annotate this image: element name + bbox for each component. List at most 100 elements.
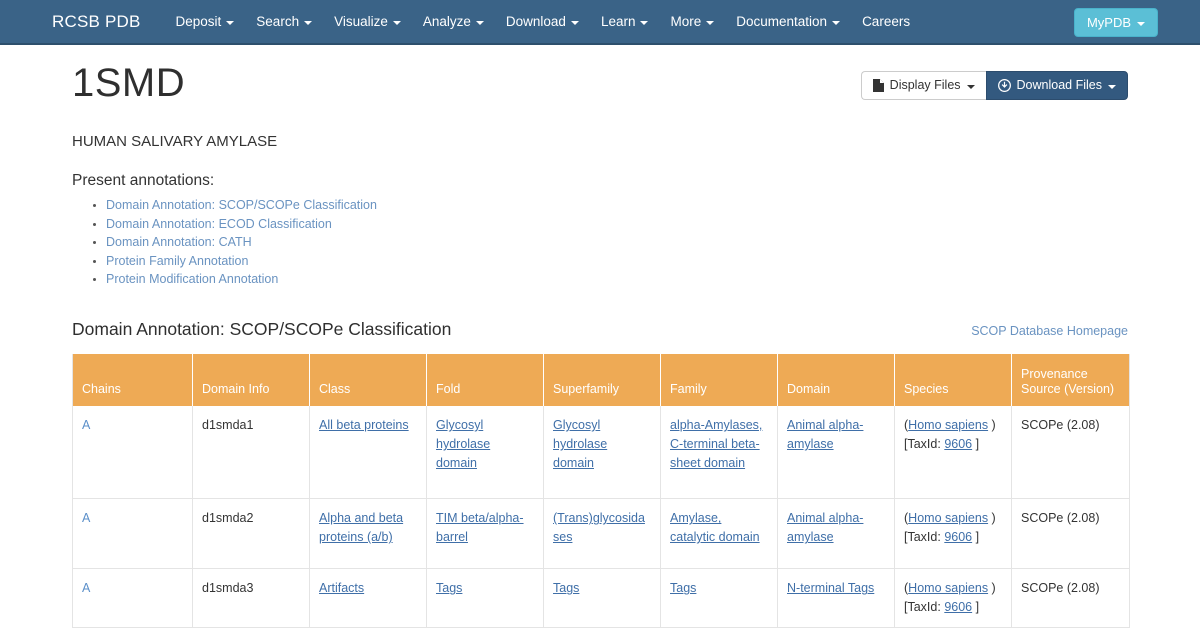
cell-chains: A [72,498,193,570]
nav-item-documentation[interactable]: Documentation [725,8,851,35]
cell-family: Tags [660,568,778,628]
chevron-down-icon [966,84,975,89]
chevron-down-icon [570,20,579,25]
table-header: Chains Domain Info Class Fold Superfamil… [72,353,1130,406]
nav-item-download[interactable]: Download [495,8,590,35]
family-value[interactable]: alpha-Amylases, C-terminal beta-sheet do… [670,418,762,470]
brand-logo[interactable]: RCSB PDB [52,12,141,32]
column-header-family: Family [660,353,778,406]
cell-domain: N-terminal Tags [777,568,895,628]
species-name[interactable]: Homo sapiens [908,581,988,595]
download-files-button[interactable]: Download Files [985,71,1128,100]
cell-species: (Homo sapiens ) [TaxId: 9606 ] [894,498,1012,570]
domain-info-value: d1smda2 [202,511,254,526]
cell-species: (Homo sapiens ) [TaxId: 9606 ] [894,405,1012,500]
taxid-bracket-close: ] [972,436,980,451]
nav-item-more[interactable]: More [659,8,725,35]
table-row: Ad1smda2 Alpha and beta proteins (a/b) TIM… [72,498,1130,570]
cell-fold: TIM beta/alpha-barrel [426,498,544,570]
domain-value[interactable]: N-terminal Tags [787,581,874,595]
cell-species: (Homo sapiens ) [TaxId: 9606 ] [894,568,1012,628]
superfamily-value[interactable]: Tags [553,581,579,595]
nav-menu: Deposit Search Visualize Analyze Download Lea… [165,8,922,35]
fold-value[interactable]: Tags [436,581,462,595]
chevron-down-icon [1108,84,1116,89]
mypdb-button[interactable]: MyPDB [1073,8,1158,37]
table-row: Ad1smda3 Artifacts Tags Tags Tags N-terminal … [72,568,1130,628]
list-item: Protein Modification Annotation [106,270,1128,289]
chains-value[interactable]: A [82,511,90,525]
domain-info-value: d1smda1 [202,417,254,432]
provenance-line-2: Source (Version) [1021,381,1115,396]
taxid-label: [TaxId: [904,600,941,615]
table-body: Ad1smda1 All beta proteins Glycosyl hydrol… [72,405,1130,628]
family-value[interactable]: Tags [670,581,696,595]
nav-item-visualize[interactable]: Visualize [323,8,412,35]
class-value[interactable]: All beta proteins [319,418,409,432]
nav-item-search[interactable]: Search [245,8,323,35]
column-header-superfamily: Superfamily [543,353,661,406]
class-value[interactable]: Alpha and beta proteins (a/b) [319,511,403,544]
chains-value[interactable]: A [82,418,90,432]
superfamily-value[interactable]: (Trans)glycosidases [553,511,645,544]
cell-family: Amylase, catalytic domain [660,498,778,570]
section-title: Domain Annotation: SCOP/SCOPe Classifica… [72,318,452,339]
cell-provenance: SCOPe (2.08) [1011,568,1130,628]
display-files-button[interactable]: Display Files [860,71,986,100]
nav-item-learn[interactable]: Learn [590,8,660,35]
cell-domain: Animal alpha-amylase [777,498,895,570]
domain-value[interactable]: Animal alpha-amylase [787,511,863,544]
column-header-domain: Domain [777,353,895,406]
species-name[interactable]: Homo sapiens [908,418,988,432]
cell-family: alpha-Amylases, C-terminal beta-sheet do… [660,405,778,500]
nav-item-deposit[interactable]: Deposit [165,8,246,35]
annotation-link[interactable]: Domain Annotation: CATH [106,235,252,249]
annotation-link[interactable]: Domain Annotation: ECOD Classification [106,217,332,231]
taxid-bracket-close: ] [972,530,980,545]
annotation-link[interactable]: Protein Modification Annotation [106,272,278,286]
cell-provenance: SCOPe (2.08) [1011,405,1130,500]
nav-item-label: More [670,14,702,29]
superfamily-value[interactable]: Glycosyl hydrolase domain [553,418,607,470]
annotation-link[interactable]: Domain Annotation: SCOP/SCOPe Classifica… [106,198,377,212]
file-icon [872,79,884,92]
family-value[interactable]: Amylase, catalytic domain [670,511,760,544]
display-files-label: Display Files [889,78,961,93]
taxid-link[interactable]: 9606 [944,530,972,544]
taxid-link[interactable]: 9606 [944,600,972,614]
cell-provenance: SCOPe (2.08) [1011,498,1130,570]
present-annotations-heading: Present annotations: [72,172,215,189]
class-value[interactable]: Artifacts [319,581,364,595]
file-button-group: Display Files Download Files [860,71,1128,100]
nav-item-analyze[interactable]: Analyze [412,8,495,35]
column-header-fold: Fold [426,353,544,406]
domain-value[interactable]: Animal alpha-amylase [787,418,863,451]
provenance-value: SCOPe (2.08) [1021,581,1100,596]
cell-fold: Tags [426,568,544,628]
list-item: Domain Annotation: SCOP/SCOPe Classifica… [106,196,1128,215]
chevron-down-icon [392,20,401,25]
table-row: Ad1smda1 All beta proteins Glycosyl hydrol… [72,405,1130,500]
cell-superfamily: Tags [543,568,661,628]
page-body: 1SMD Display Files Download Files HUMAN … [0,45,1200,628]
cell-domain: Animal alpha-amylase [777,405,895,500]
annotations-list: Domain Annotation: SCOP/SCOPe Classifica… [72,196,1128,289]
scop-database-homepage-link[interactable]: SCOP Database Homepage [971,324,1128,338]
nav-item-label: Analyze [422,14,471,29]
title-row: 1SMD Display Files Download Files [72,45,1128,105]
cell-superfamily: (Trans)glycosidases [543,498,661,570]
domain-info-value: d1smda3 [202,581,254,596]
species-name[interactable]: Homo sapiens [908,511,988,525]
column-header-provenance: Provenance Source (Version) [1011,353,1130,406]
scop-classification-table: Chains Domain Info Class Fold Superfamil… [72,353,1130,628]
taxid-link[interactable]: 9606 [944,437,972,451]
fold-value[interactable]: TIM beta/alpha-barrel [436,511,524,544]
nav-item-label: Documentation [736,14,828,29]
list-item: Protein Family Annotation [106,252,1128,271]
chevron-down-icon [226,20,235,25]
fold-value[interactable]: Glycosyl hydrolase domain [436,418,490,470]
chains-value[interactable]: A [82,581,90,595]
nav-item-careers[interactable]: Careers [851,8,921,35]
cell-superfamily: Glycosyl hydrolase domain [543,405,661,500]
annotation-link[interactable]: Protein Family Annotation [106,254,248,268]
